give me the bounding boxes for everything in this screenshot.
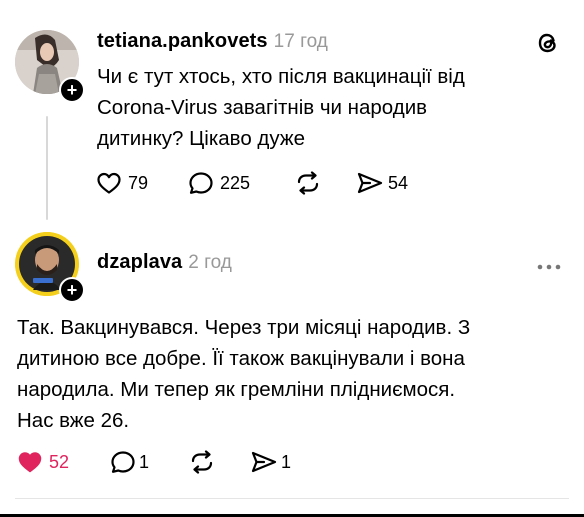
post-text-line: Corona-Virus завагітнів чи народив <box>97 96 428 119</box>
repost-icon <box>191 450 213 474</box>
comment-count: 1 <box>139 451 150 472</box>
post-text-line: Чи є тут хтось, хто після вакцинації від <box>97 65 465 88</box>
like-button[interactable]: 52 <box>17 450 69 474</box>
post-header: tetiana.pankovets 17 год <box>97 30 328 53</box>
like-count: 52 <box>49 451 70 472</box>
post-body: Так. Вакцинувався. Через три місяці наро… <box>17 312 577 436</box>
timestamp: 17 год <box>273 31 328 52</box>
post-text-line: Нас вже 26. <box>17 409 130 432</box>
heart-icon <box>97 172 121 194</box>
post-text-line: дитинку? Цікаво дуже <box>97 127 305 150</box>
post-text-line: народила. Ми тепер як гремліни плідниємо… <box>17 378 456 401</box>
share-count: 54 <box>388 172 409 193</box>
like-button[interactable]: 79 <box>96 171 148 195</box>
post-body: Чи є тут хтось, хто після вакцинації від… <box>97 61 567 154</box>
post-text-line: Так. Вакцинувався. Через три місяці наро… <box>17 316 471 339</box>
like-count: 79 <box>128 172 149 193</box>
post-divider <box>15 498 569 499</box>
share-button[interactable]: 54 <box>356 171 408 195</box>
plus-icon: + <box>66 280 78 300</box>
post-text-line: дитиною все добре. Її також вакцінували … <box>17 347 465 370</box>
post-2: + dzaplava 2 год Так. Вакцинувався. Чере… <box>0 220 584 517</box>
share-icon <box>251 451 277 473</box>
share-count: 1 <box>281 451 292 472</box>
threads-logo-icon[interactable] <box>535 30 561 61</box>
follow-button-tetiana[interactable]: + <box>59 77 85 103</box>
share-icon <box>357 172 383 194</box>
post-1: + tetiana.pankovets 17 год Чи є тут хтос… <box>0 0 584 220</box>
more-options-icon[interactable] <box>536 258 562 276</box>
comment-button[interactable]: 1 <box>110 450 149 474</box>
username[interactable]: dzaplava <box>97 251 182 274</box>
plus-icon: + <box>66 80 78 100</box>
username[interactable]: tetiana.pankovets <box>97 30 268 53</box>
post-header: dzaplava 2 год <box>97 251 232 274</box>
repost-button[interactable] <box>188 450 216 474</box>
heart-icon <box>18 452 42 473</box>
follow-button-dzaplava[interactable]: + <box>59 277 85 303</box>
comment-count: 225 <box>220 172 251 193</box>
timestamp: 2 год <box>188 252 232 273</box>
share-button[interactable]: 1 <box>250 450 291 474</box>
comment-button[interactable]: 225 <box>188 171 250 195</box>
comment-icon <box>189 172 213 194</box>
comment-icon <box>111 451 135 473</box>
thread-connector-line <box>46 116 48 220</box>
repost-button[interactable] <box>294 171 322 195</box>
repost-icon <box>297 171 319 195</box>
